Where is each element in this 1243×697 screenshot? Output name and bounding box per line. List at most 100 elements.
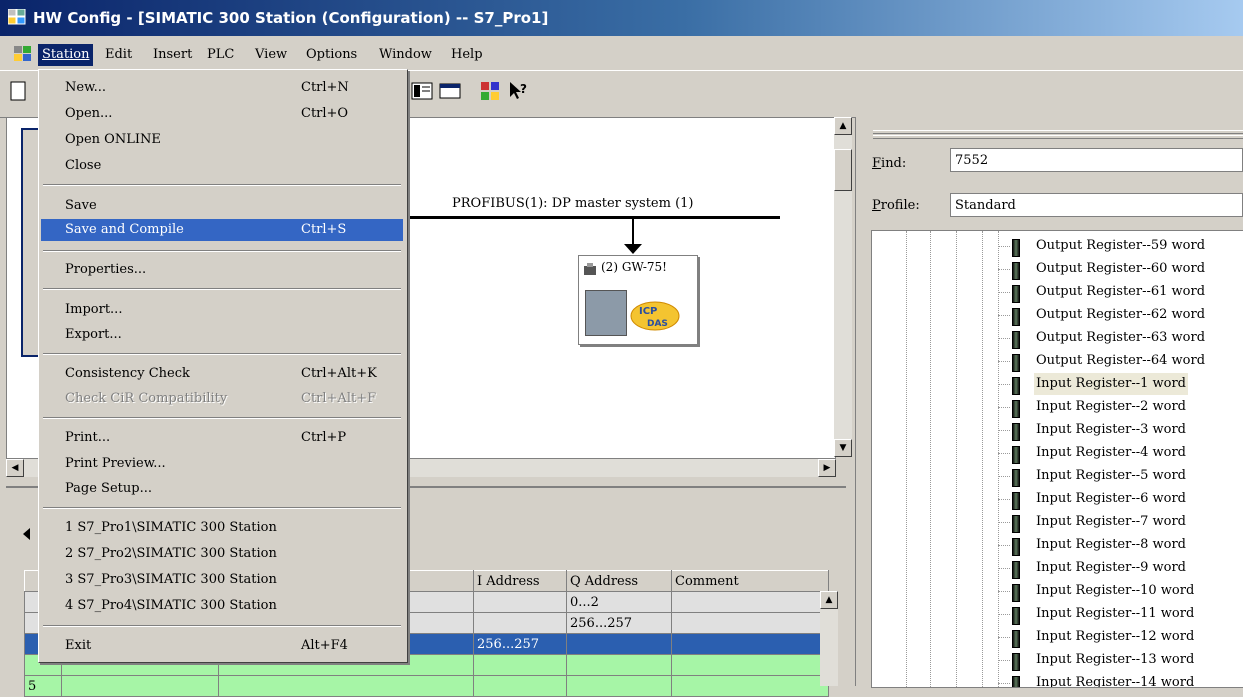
- catalog-tree[interactable]: Output Register--59 word Output Register-…: [871, 230, 1243, 688]
- menu-item-import[interactable]: Import...: [41, 299, 403, 321]
- module-icon: [1012, 584, 1020, 602]
- bus-label: PROFIBUS(1): DP master system (1): [452, 196, 694, 211]
- profile-label: Profile:: [872, 198, 920, 213]
- menu-item-exit[interactable]: Exit Alt+F4: [41, 635, 403, 657]
- dp-connector-icon: [624, 244, 642, 254]
- catalog-item-label: Input Register--10 word: [1036, 583, 1195, 598]
- menu-item-open[interactable]: Open... Ctrl+O: [41, 103, 403, 125]
- catalog-item-label: Input Register--11 word: [1036, 606, 1195, 621]
- module-icon: [1012, 308, 1020, 326]
- network-icon[interactable]: [478, 79, 502, 103]
- hardware-catalog-icon[interactable]: [410, 79, 434, 103]
- module-icon: [1012, 423, 1020, 441]
- profile-select[interactable]: Standard: [950, 193, 1243, 217]
- menu-insert[interactable]: Insert: [149, 44, 196, 66]
- catalog-item-label: Input Register--4 word: [1036, 445, 1187, 460]
- module-icon: [1012, 607, 1020, 625]
- icp-das-logo: ICP DAS: [630, 301, 680, 331]
- new-icon[interactable]: [6, 79, 30, 103]
- catalog-item-label: Output Register--60 word: [1036, 261, 1206, 276]
- menu-plc[interactable]: PLC: [203, 44, 238, 66]
- menu-item-consistency-check[interactable]: Consistency Check Ctrl+Alt+K: [41, 363, 403, 385]
- menu-options[interactable]: Options: [302, 44, 361, 66]
- profibus-line[interactable]: [407, 216, 780, 219]
- window-title: HW Config - [SIMATIC 300 Station (Config…: [33, 9, 549, 27]
- menu-item-recent-3[interactable]: 3 S7_Pro3\SIMATIC 300 Station: [41, 569, 403, 591]
- menu-item-recent-1[interactable]: 1 S7_Pro1\SIMATIC 300 Station: [41, 517, 403, 539]
- module-icon: [1012, 331, 1020, 349]
- catalog-item-label: Input Register--12 word: [1036, 629, 1195, 644]
- col-q-address[interactable]: Q Address: [566, 570, 672, 592]
- catalog-item-label: Output Register--63 word: [1036, 330, 1206, 345]
- menu-edit[interactable]: Edit: [101, 44, 136, 66]
- menu-item-recent-4[interactable]: 4 S7_Pro4\SIMATIC 300 Station: [41, 595, 403, 617]
- module-icon: [1012, 239, 1020, 257]
- slave-label: (2) GW-75!: [601, 260, 668, 274]
- menu-item-save[interactable]: Save: [41, 195, 403, 217]
- col-i-address[interactable]: I Address: [473, 570, 567, 592]
- menu-item-new[interactable]: New... Ctrl+N: [41, 77, 403, 99]
- catalog-item-label: Input Register--9 word: [1036, 560, 1187, 575]
- station-menu: New... Ctrl+N Open... Ctrl+O Open ONLINE C…: [38, 69, 408, 663]
- dp-slave-gw7552[interactable]: (2) GW-75! ICP DAS: [578, 255, 698, 345]
- menu-item-recent-2[interactable]: 2 S7_Pro2\SIMATIC 300 Station: [41, 543, 403, 565]
- back-icon[interactable]: [20, 526, 34, 542]
- module-icon: [1012, 676, 1020, 687]
- menu-item-print-preview[interactable]: Print Preview...: [41, 453, 403, 475]
- window-icon[interactable]: [438, 79, 462, 103]
- menu-item-page-setup[interactable]: Page Setup...: [41, 478, 403, 500]
- table-row[interactable]: 5: [24, 675, 829, 697]
- menu-item-print[interactable]: Print... Ctrl+P: [41, 427, 403, 449]
- menu-item-close[interactable]: Close: [41, 155, 403, 177]
- module-icon: [1012, 262, 1020, 280]
- catalog-item-label: Input Register--13 word: [1036, 652, 1195, 667]
- module-icon: [1012, 285, 1020, 303]
- menu-item-export[interactable]: Export...: [41, 324, 403, 346]
- module-icon: [1012, 515, 1020, 533]
- menu-help[interactable]: Help: [447, 44, 487, 66]
- module-icon: [1012, 446, 1020, 464]
- catalog-item-label: Input Register--2 word: [1036, 399, 1187, 414]
- catalog-item-label: Input Register--3 word: [1036, 422, 1187, 437]
- svg-text:ICP: ICP: [639, 306, 657, 317]
- module-icon: [1012, 538, 1020, 556]
- catalog-item-label: Output Register--62 word: [1036, 307, 1206, 322]
- svg-text:DAS: DAS: [647, 319, 668, 329]
- scroll-right-icon[interactable]: ▶: [818, 459, 836, 477]
- table-scroll-up-icon[interactable]: ▲: [820, 591, 838, 609]
- find-input[interactable]: 7552: [950, 148, 1243, 172]
- menu-item-open-online[interactable]: Open ONLINE: [41, 129, 403, 151]
- menu-station[interactable]: Station: [38, 44, 94, 66]
- find-label: Find:: [872, 156, 907, 171]
- module-icon: [1012, 400, 1020, 418]
- table-vertical-scrollbar[interactable]: ▲: [820, 591, 838, 686]
- menu-window[interactable]: Window: [375, 44, 436, 66]
- pane-grip[interactable]: [873, 130, 1243, 134]
- catalog-item-label: Input Register--1 word: [1034, 373, 1189, 395]
- svg-text:?: ?: [520, 82, 527, 96]
- catalog-item-label: Input Register--7 word: [1036, 514, 1187, 529]
- catalog-item-label: Output Register--64 word: [1036, 353, 1206, 368]
- menu-item-save-and-compile[interactable]: Save and Compile Ctrl+S: [41, 219, 403, 241]
- document-icon[interactable]: [14, 46, 32, 62]
- menu-bar: Station Edit Insert PLC View Options Win…: [0, 42, 1243, 68]
- menu-item-check-cir: Check CiR Compatibility Ctrl+Alt+F: [65, 391, 377, 406]
- module-icon: [1012, 653, 1020, 671]
- pane-grip[interactable]: [873, 135, 1243, 139]
- dp-connection-line: [632, 218, 634, 246]
- catalog-item-label: Input Register--5 word: [1036, 468, 1187, 483]
- col-comment[interactable]: Comment: [671, 570, 829, 592]
- menu-item-properties[interactable]: Properties...: [41, 259, 403, 281]
- title-bar: HW Config - [SIMATIC 300 Station (Config…: [0, 0, 1243, 36]
- scroll-left-icon[interactable]: ◀: [6, 459, 24, 477]
- menu-view[interactable]: View: [251, 44, 291, 66]
- scroll-up-icon[interactable]: ▲: [834, 117, 852, 135]
- catalog-item-label: Output Register--59 word: [1036, 238, 1206, 253]
- catalog-item-label: Output Register--61 word: [1036, 284, 1206, 299]
- scroll-down-icon[interactable]: ▼: [834, 439, 852, 457]
- main-vertical-scrollbar[interactable]: ▲ ▼: [834, 117, 852, 457]
- context-help-icon[interactable]: ?: [506, 79, 530, 103]
- catalog-item-label: Input Register--8 word: [1036, 537, 1187, 552]
- gateway-device-icon: [585, 290, 627, 336]
- scroll-thumb[interactable]: [834, 149, 852, 191]
